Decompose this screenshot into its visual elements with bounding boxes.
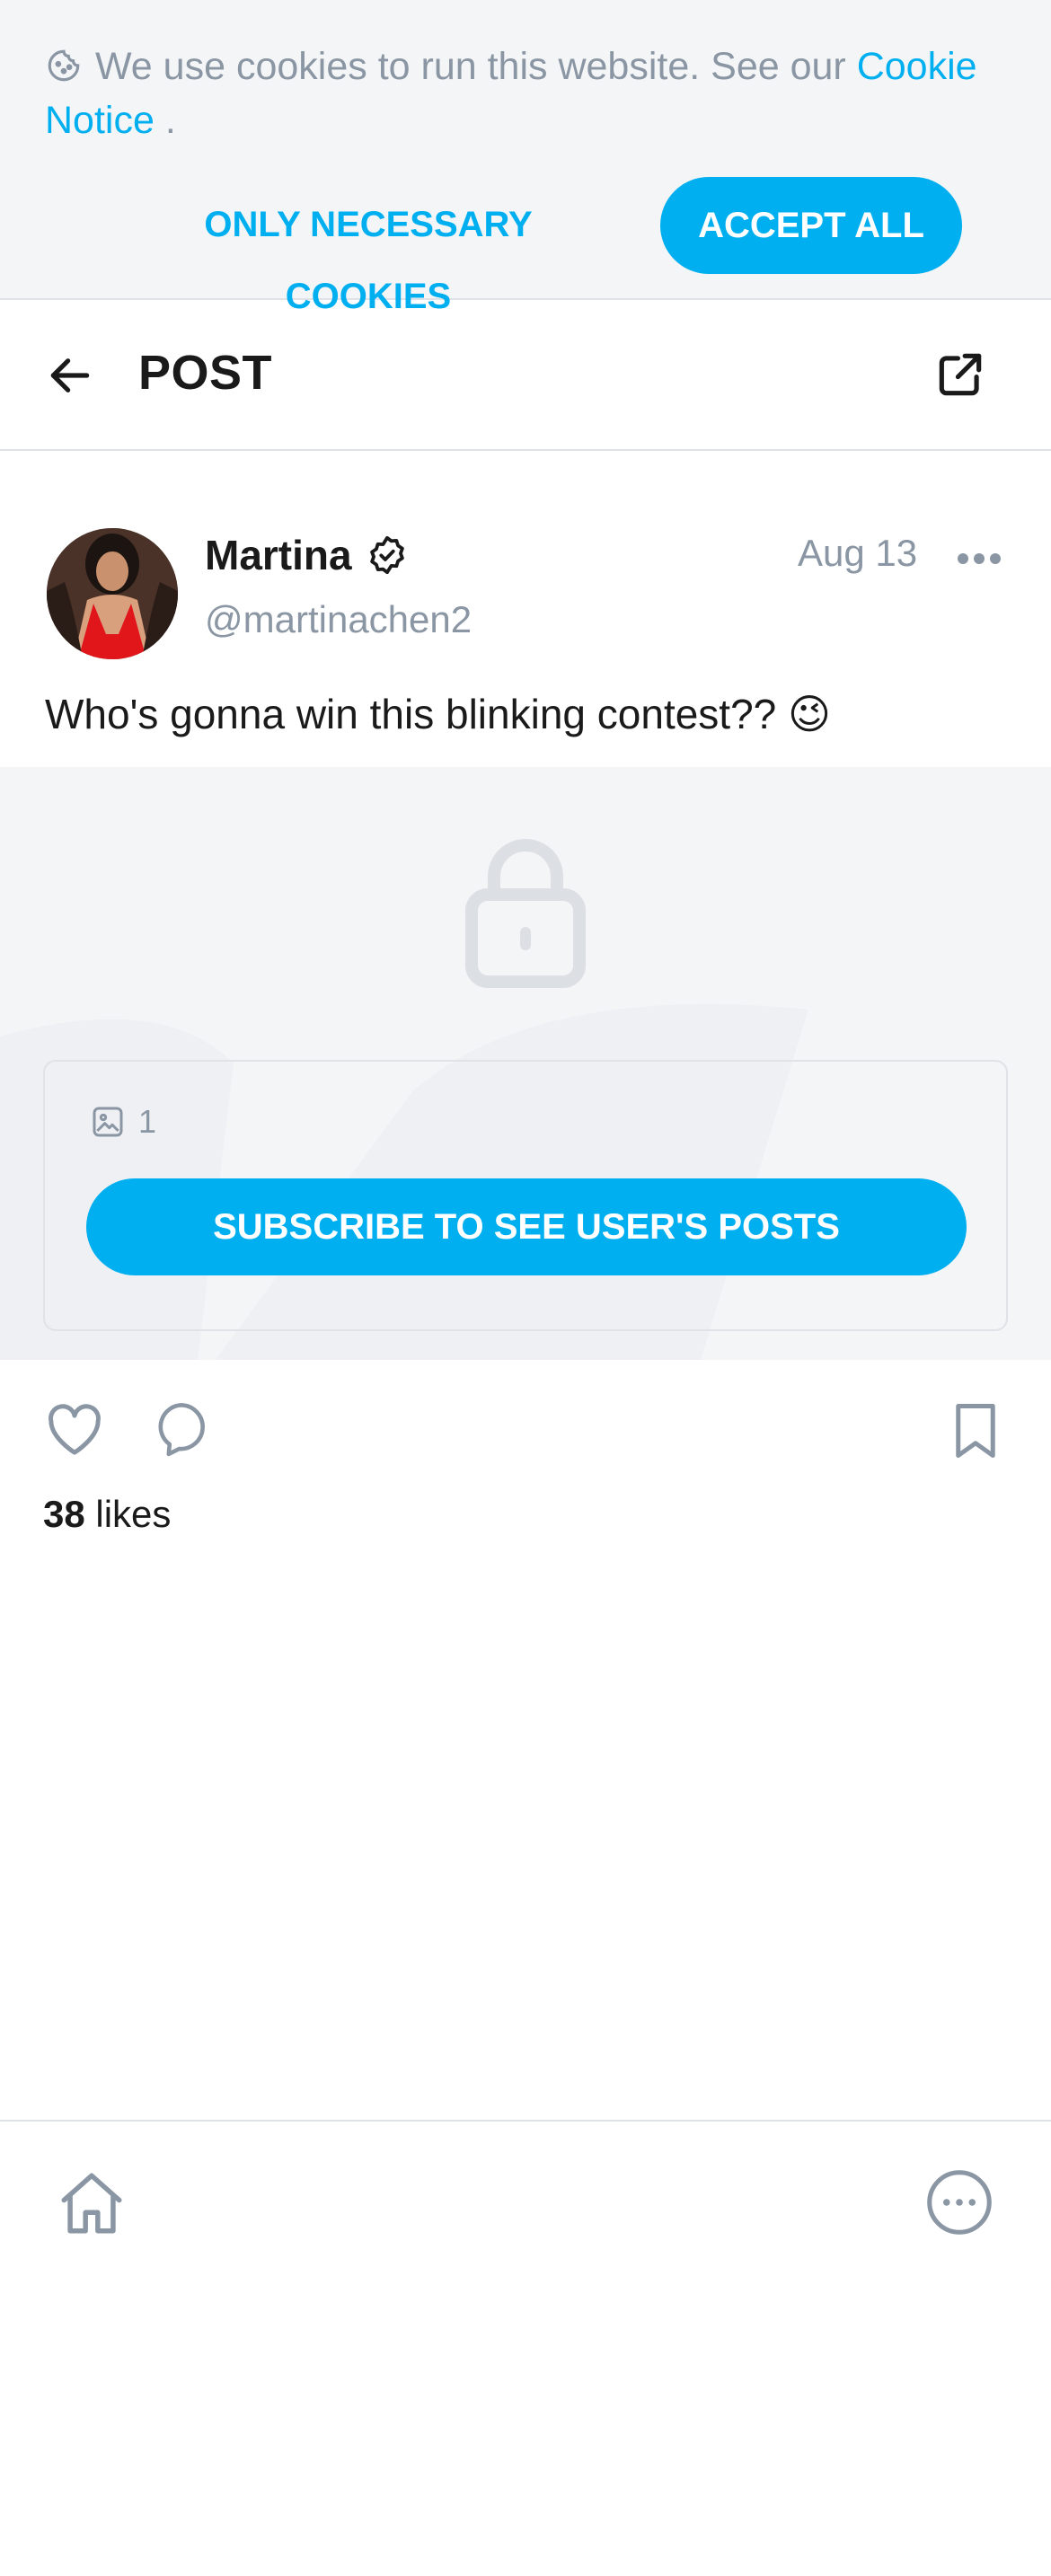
likes-label: likes [84,1493,172,1535]
subscribe-card: 1 SUBSCRIBE TO SEE USER'S POSTS [43,1060,1008,1331]
author-name[interactable]: Martina [205,531,352,579]
cookie-icon [48,49,80,82]
media-count: 1 [90,1103,156,1141]
share-icon[interactable] [932,347,988,402]
image-icon [93,1107,123,1137]
author-name-row: Martina [205,528,408,582]
home-icon[interactable] [54,2166,129,2240]
arrow-left-icon[interactable] [45,350,95,401]
page-header: POST [0,300,1051,451]
cookie-message: We use cookies to run this website. See … [45,40,1015,147]
more-menu-icon[interactable] [925,2168,994,2236]
post-date: Aug 13 [798,532,918,574]
author-handle[interactable]: @martinachen2 [205,598,472,641]
avatar[interactable] [47,528,178,659]
locked-media: 1 SUBSCRIBE TO SEE USER'S POSTS [0,767,1051,1360]
likes-number: 38 [43,1493,85,1535]
page-title: POST [138,346,273,400]
lock-icon [465,839,586,988]
more-options-icon[interactable] [956,550,1002,568]
subscribe-button[interactable]: SUBSCRIBE TO SEE USER'S POSTS [86,1178,967,1275]
cookie-banner: We use cookies to run this website. See … [0,0,1051,316]
bookmark-icon[interactable] [950,1401,1001,1460]
bottom-navigation [0,2120,1051,2576]
likes-count: 38 likes [43,1493,171,1536]
post-text: Who's gonna win this blinking contest?? … [45,691,831,737]
media-count-value: 1 [138,1103,157,1140]
cookie-text: We use cookies to run this website. See … [95,45,857,88]
cookie-text-suffix: . [154,99,176,142]
only-necessary-cookies-button[interactable]: ONLY NECESSARY COOKIES [117,189,620,316]
comment-icon[interactable] [155,1399,210,1459]
verified-badge-icon [369,535,404,575]
accept-all-button[interactable]: ACCEPT ALL [660,177,962,274]
heart-icon[interactable] [45,1401,104,1457]
